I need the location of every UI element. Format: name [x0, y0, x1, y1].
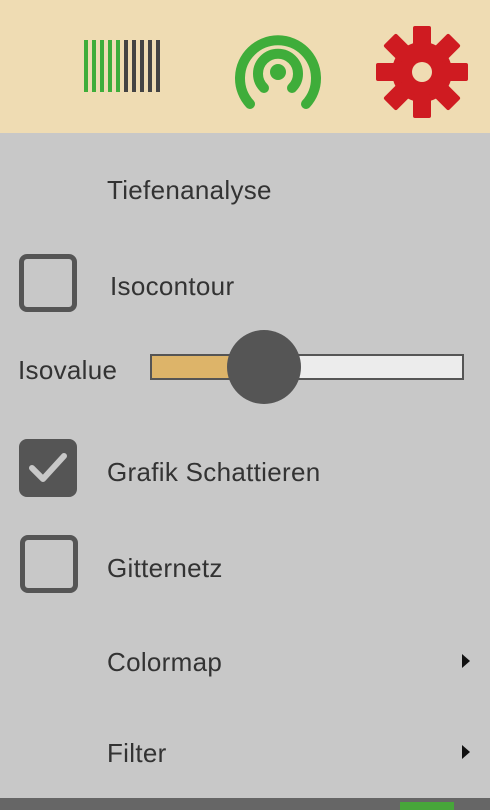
isovalue-slider[interactable] — [150, 330, 464, 404]
shade-checkbox[interactable] — [19, 439, 77, 497]
gear-icon — [376, 26, 468, 118]
analysis-menu: Tiefenanalyse Isocontour Isovalue Grafik… — [0, 133, 490, 798]
isocontour-row[interactable]: Isocontour — [0, 249, 490, 321]
toolbar — [0, 0, 490, 133]
barcode-button[interactable] — [80, 36, 172, 96]
colormap-label: Colormap — [107, 647, 223, 677]
shade-label: Grafik Schattieren — [107, 457, 321, 487]
filter-label: Filter — [107, 738, 167, 768]
grid-checkbox[interactable] — [20, 535, 78, 593]
barcode-icon — [84, 40, 160, 92]
wireless-button[interactable] — [228, 22, 328, 118]
chevron-right-icon — [462, 745, 470, 759]
chevron-right-icon — [462, 654, 470, 668]
grid-label: Gitternetz — [107, 553, 223, 583]
checkmark-icon — [29, 453, 67, 482]
isovalue-label: Isovalue — [18, 355, 118, 385]
colormap-item[interactable]: Colormap — [0, 633, 490, 689]
grid-row[interactable]: Gitternetz — [0, 531, 490, 603]
shade-row[interactable]: Grafik Schattieren — [0, 431, 490, 503]
menu-title: Tiefenanalyse — [107, 175, 272, 205]
isocontour-checkbox[interactable] — [19, 254, 77, 312]
isocontour-label: Isocontour — [110, 271, 235, 301]
bottom-indicator — [400, 802, 454, 810]
wireless-signal-icon — [235, 35, 321, 109]
filter-item[interactable]: Filter — [0, 725, 490, 781]
isovalue-slider-thumb[interactable] — [226, 330, 301, 404]
settings-button[interactable] — [372, 24, 472, 120]
